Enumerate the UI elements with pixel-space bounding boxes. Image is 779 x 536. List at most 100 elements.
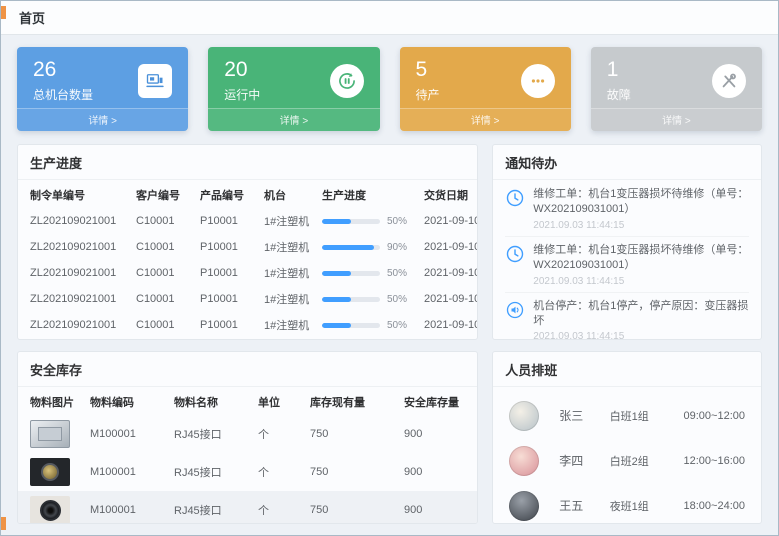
material-image-rj45 — [30, 420, 70, 448]
material-image-speaker — [30, 496, 70, 524]
customer-no: C10001 — [130, 286, 194, 312]
machine: 1#注塑机 — [258, 208, 316, 234]
product-no: P10001 — [194, 286, 258, 312]
delivery-date: 2021-09-10 — [418, 234, 478, 260]
material-name: RJ45接口 — [168, 491, 252, 524]
schedule-panel-title: 人员排班 — [493, 352, 761, 387]
order-no: ZL202109021001 — [18, 260, 130, 286]
running-detail-link[interactable]: 详情 > — [208, 108, 379, 131]
machine: 1#注塑机 — [258, 234, 316, 260]
progress-fill — [322, 297, 351, 302]
product-no: P10001 — [194, 260, 258, 286]
tools-icon — [712, 64, 746, 98]
fault-detail-link[interactable]: 详情 > — [591, 108, 762, 131]
machine-icon — [138, 64, 172, 98]
notification-item[interactable]: 机台停产：机台1停产，停产原因：变压器损坏 2021.09.03 11:44:1… — [505, 293, 749, 340]
scrollbar-marker-bottom — [1, 517, 6, 530]
safety-stock-table: 物料图片 物料编码 物料名称 单位 库存现有量 安全库存量 M — [18, 387, 478, 524]
avatar — [509, 401, 539, 431]
production-progress-panel: 生产进度 制令单编号 客户编号 产品编号 机台 生产进度 交货日期 — [17, 144, 478, 340]
column-header: 机台 — [258, 180, 316, 208]
notification-time: 2021.09.03 11:44:15 — [533, 331, 749, 340]
megaphone-icon — [505, 300, 525, 320]
material-code: M100001 — [84, 453, 168, 491]
product-no: P10001 — [194, 234, 258, 260]
dashboard-content: 26 总机台数量 详情 > — [1, 35, 778, 536]
schedule-row: 张三 白班1组 09:00~12:00 — [509, 393, 745, 438]
notification-time: 2021.09.03 11:44:15 — [533, 276, 749, 287]
unit: 个 — [252, 453, 304, 491]
customer-no: C10001 — [130, 312, 194, 338]
progress-bar: 50% — [322, 320, 412, 331]
stat-cards-row: 26 总机台数量 详情 > — [17, 47, 762, 131]
machine: 1#注塑机 — [258, 260, 316, 286]
progress-fill — [322, 323, 351, 328]
production-table: 制令单编号 客户编号 产品编号 机台 生产进度 交货日期 ZL202109021… — [18, 180, 478, 338]
table-row: M100001 RJ45接口 个 750 900 — [18, 491, 478, 524]
material-name: RJ45接口 — [168, 453, 252, 491]
table-row: ZL202109021001 C10001 P10001 1#注塑机 50% 2… — [18, 260, 478, 286]
total-machines-detail-link[interactable]: 详情 > — [17, 108, 188, 131]
shift-label: 白班2组 — [610, 453, 684, 469]
schedule-row: 李四 白班2组 12:00~16:00 — [509, 438, 745, 483]
page-header: 首页 — [1, 1, 778, 35]
progress-fill — [322, 219, 351, 224]
waiting-detail-link[interactable]: 详情 > — [400, 108, 571, 131]
schedule-list: 张三 白班1组 09:00~12:00 李四 白班2组 12:00~16:00 — [493, 387, 761, 524]
order-no: ZL202109021001 — [18, 234, 130, 260]
column-header: 物料名称 — [168, 387, 252, 415]
customer-no: C10001 — [130, 234, 194, 260]
column-header: 库存现有量 — [304, 387, 398, 415]
column-header: 物料编码 — [84, 387, 168, 415]
column-header: 安全库存量 — [398, 387, 478, 415]
table-row: M100001 RJ45接口 个 750 900 — [18, 415, 478, 453]
material-code: M100001 — [84, 415, 168, 453]
total-machines-label: 总机台数量 — [33, 86, 93, 103]
running-label: 运行中 — [224, 86, 260, 103]
notification-item[interactable]: 维修工单：机台1变压器损坏待维修（单号：WX202109031001） 2021… — [505, 237, 749, 293]
waiting-value: 5 — [416, 58, 440, 82]
progress-label: 50% — [387, 320, 407, 331]
material-name: RJ45接口 — [168, 415, 252, 453]
column-header: 单位 — [252, 387, 304, 415]
unit: 个 — [252, 491, 304, 524]
notification-item[interactable]: 维修工单：机台1变压器损坏待维修（单号：WX202109031001） 2021… — [505, 181, 749, 237]
safety-qty: 900 — [398, 415, 478, 453]
order-no: ZL202109021001 — [18, 286, 130, 312]
unit: 个 — [252, 415, 304, 453]
progress-bar: 50% — [322, 216, 412, 227]
safety-stock-panel: 安全库存 物料图片 物料编码 物料名称 单位 库存现有量 安全库存量 — [17, 351, 478, 524]
page-title: 首页 — [19, 8, 45, 27]
material-code: M100001 — [84, 491, 168, 524]
notification-text: 维修工单：机台1变压器损坏待维修（单号：WX202109031001） — [533, 187, 749, 218]
table-row: ZL202109021001 C10001 P10001 1#注塑机 90% 2… — [18, 234, 478, 260]
avatar — [509, 446, 539, 476]
dashboard-screen: 首页 26 总机台数量 — [0, 0, 779, 536]
product-no: P10001 — [194, 208, 258, 234]
fault-label: 故障 — [607, 86, 631, 103]
stat-card-running: 20 运行中 详情 > — [208, 47, 379, 131]
employee-name: 李四 — [559, 452, 609, 469]
column-header: 制令单编号 — [18, 180, 130, 208]
panels-row-2: 安全库存 物料图片 物料编码 物料名称 单位 库存现有量 安全库存量 — [17, 351, 762, 524]
shift-label: 白班1组 — [610, 408, 684, 424]
safety-stock-panel-title: 安全库存 — [18, 352, 477, 387]
notifications-panel-title: 通知待办 — [493, 145, 761, 180]
inventory-header-row: 物料图片 物料编码 物料名称 单位 库存现有量 安全库存量 — [18, 387, 478, 415]
employee-name: 王五 — [559, 497, 609, 514]
on-hand-qty: 750 — [304, 453, 398, 491]
table-row: M100001 RJ45接口 个 750 900 — [18, 453, 478, 491]
progress-bar: 90% — [322, 242, 412, 253]
column-header: 产品编号 — [194, 180, 258, 208]
progress-label: 90% — [387, 242, 407, 253]
column-header: 物料图片 — [18, 387, 84, 415]
table-row: ZL202109021001 C10001 P10001 1#注塑机 50% 2… — [18, 286, 478, 312]
clock-icon — [505, 188, 525, 208]
progress-label: 50% — [387, 294, 407, 305]
on-hand-qty: 750 — [304, 491, 398, 524]
running-value: 20 — [224, 58, 260, 82]
shift-time: 09:00~12:00 — [684, 410, 745, 422]
notification-text: 机台停产：机台1停产，停产原因：变压器损坏 — [533, 299, 749, 330]
fault-value: 1 — [607, 58, 631, 82]
waiting-label: 待产 — [416, 86, 440, 103]
